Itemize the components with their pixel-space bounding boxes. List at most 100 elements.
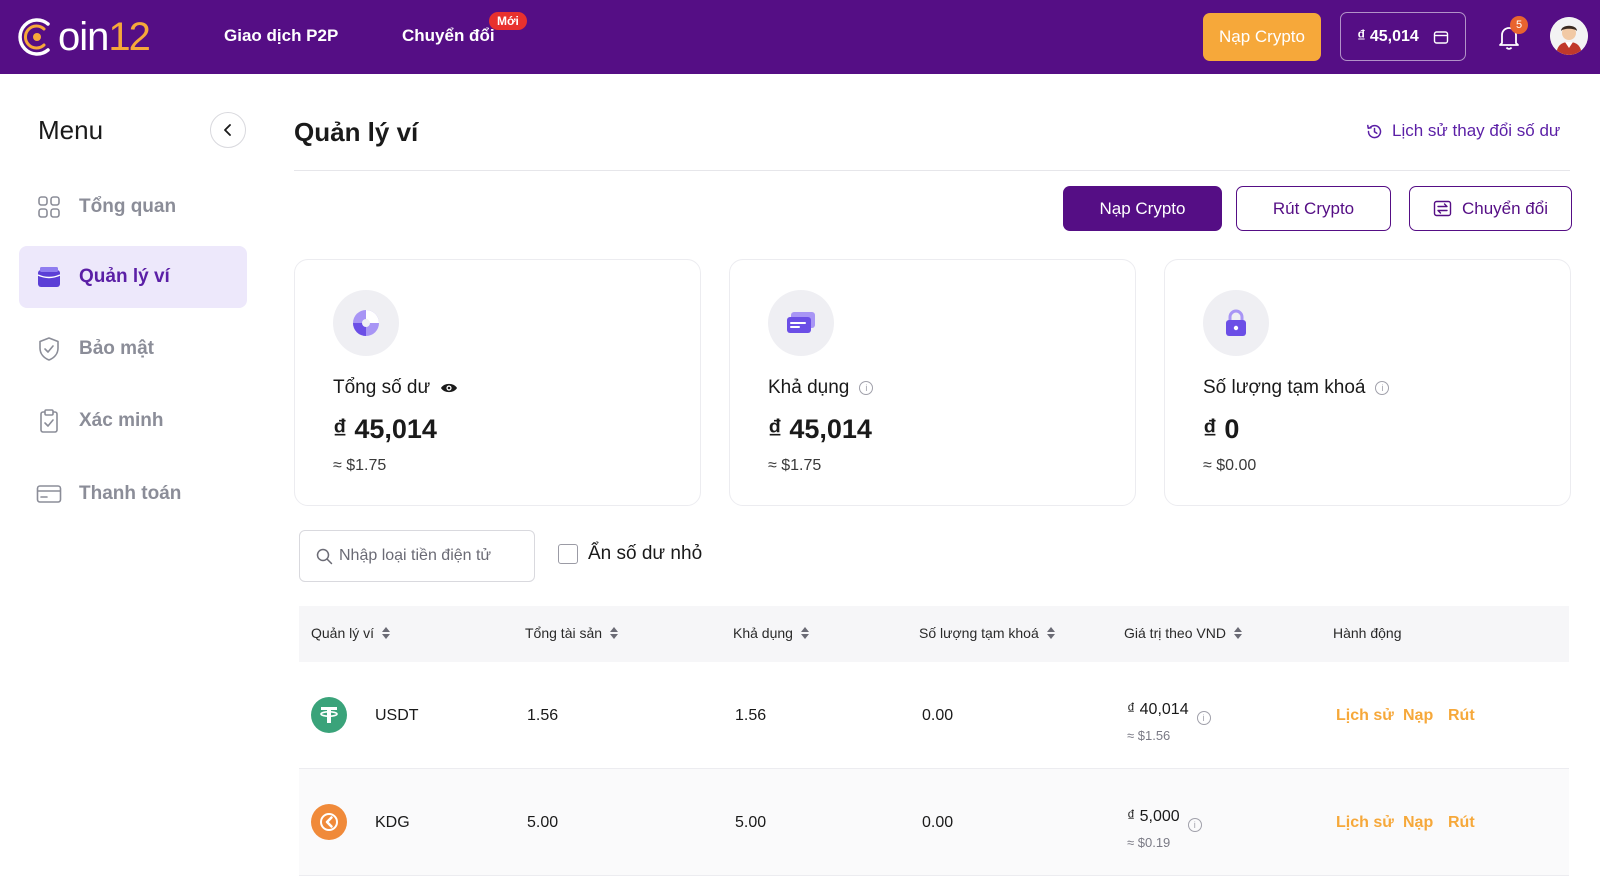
header-deposit-button[interactable]: Nạp Crypto <box>1203 13 1321 61</box>
total-assets: 1.56 <box>527 707 559 724</box>
clipboard-icon <box>35 407 63 435</box>
info-icon[interactable]: i <box>1375 381 1390 395</box>
available-amount: 1.56 <box>735 707 767 724</box>
column-header-label: Quản lý ví <box>311 625 375 641</box>
withdraw-action-link[interactable]: Rút <box>1448 814 1475 832</box>
coin-name: USDT <box>375 707 419 724</box>
credit-card-icon <box>768 290 834 356</box>
convert-button[interactable]: Chuyển đổi <box>1409 186 1572 231</box>
sidebar-title: Menu <box>38 115 104 145</box>
hide-small-label: Ẩn số dư nhỏ <box>588 543 703 564</box>
vnd-value-cell: ₫ 5,000 i ≈ $0.19 <box>1127 802 1202 850</box>
table-row: KDG 5.00 5.00 0.00 ₫ 5,000 i ≈ $0.19 Lịc… <box>299 769 1569 876</box>
hide-small-checkbox[interactable] <box>558 544 578 564</box>
sort-icon <box>382 627 391 639</box>
coin-search-box[interactable] <box>299 530 535 582</box>
vnd-value: ₫ 5,000 <box>1127 808 1180 825</box>
total-balance-value: ₫ 45,014 <box>333 414 437 444</box>
available-amount: 5.00 <box>735 814 767 831</box>
top-navbar: oin 12 Giao dịch P2P Chuyển đổi Mới Nạp C… <box>0 0 1600 74</box>
column-header-available[interactable]: Khả dụng <box>733 625 809 641</box>
deposit-action-link[interactable]: Nạp <box>1403 707 1433 725</box>
sort-icon <box>1046 627 1055 639</box>
column-header-locked[interactable]: Số lượng tạm khoá <box>919 625 1055 641</box>
column-header-label: Tổng tài sản <box>525 625 603 641</box>
logo-text: oin <box>58 14 109 59</box>
sidebar-item-verification[interactable]: Xác minh <box>19 390 247 452</box>
sidebar-item-security[interactable]: Bảo mật <box>19 318 247 380</box>
usdt-icon <box>311 697 347 733</box>
sidebar-item-overview[interactable]: Tổng quan <box>19 176 247 238</box>
nav-convert[interactable]: Chuyển đổi <box>402 26 495 46</box>
withdraw-crypto-button[interactable]: Rút Crypto <box>1236 186 1391 231</box>
deposit-action-link[interactable]: Nạp <box>1403 814 1433 832</box>
coin12-logo[interactable]: oin 12 <box>18 14 151 60</box>
coin-search-input[interactable] <box>339 547 524 565</box>
available-balance-card: Khả dụng i ₫ 45,014 ≈ $1.75 <box>729 259 1136 506</box>
column-header-label: Số lượng tạm khoá <box>919 625 1039 641</box>
available-usd: ≈ $1.75 <box>768 457 822 474</box>
withdraw-action-link[interactable]: Rút <box>1448 707 1475 725</box>
chevron-left-icon <box>224 124 231 136</box>
column-header-label: Hành động <box>1333 625 1402 641</box>
column-header-total[interactable]: Tổng tài sản <box>525 625 619 641</box>
sort-icon <box>800 627 809 639</box>
balance-history-label: Lịch sử thay đổi số dư <box>1392 121 1561 140</box>
available-value: ₫ 45,014 <box>768 414 872 444</box>
history-action-link[interactable]: Lịch sử <box>1336 814 1394 832</box>
usd-value: ≈ $0.19 <box>1127 835 1171 850</box>
card-label: Tổng số dư <box>333 377 458 399</box>
column-header-actions: Hành động <box>1333 625 1402 641</box>
card-label: Khả dụng i <box>768 377 874 399</box>
info-icon[interactable]: i <box>1196 711 1211 725</box>
sidebar-item-label: Tổng quan <box>79 196 177 217</box>
sidebar-collapse-button[interactable] <box>210 112 246 148</box>
column-header-vnd-value[interactable]: Giá trị theo VND <box>1124 625 1242 641</box>
sidebar-item-label: Quản lý ví <box>79 266 170 287</box>
page-title: Quản lý ví <box>294 117 419 147</box>
user-avatar[interactable] <box>1550 17 1588 55</box>
column-header-label: Giá trị theo VND <box>1124 625 1226 641</box>
header-balance-button[interactable]: ₫ 45,014 <box>1340 12 1466 61</box>
withdraw-crypto-label: Rút Crypto <box>1272 198 1355 218</box>
locked-amount: 0.00 <box>922 814 954 831</box>
table-row: USDT 1.56 1.56 0.00 ₫ 40,014 i ≈ $1.56 L… <box>299 662 1569 769</box>
pie-chart-icon <box>333 290 399 356</box>
hide-small-balance-toggle[interactable]: Ẩn số dư nhỏ <box>558 543 702 565</box>
sort-icon <box>1233 627 1242 639</box>
locked-usd: ≈ $0.00 <box>1203 457 1257 474</box>
history-icon <box>1367 124 1382 138</box>
available-label: Khả dụng <box>768 377 850 398</box>
new-badge: Mới <box>489 12 527 30</box>
column-header-wallet[interactable]: Quản lý ví <box>311 625 391 641</box>
sort-icon <box>610 627 619 639</box>
sidebar-item-payment[interactable]: Thanh toán <box>19 463 247 525</box>
locked-amount: 0.00 <box>922 707 954 724</box>
locked-balance-card: Số lượng tạm khoá i ₫ 0 ≈ $0.00 <box>1164 259 1571 506</box>
deposit-crypto-label: Nạp Crypto <box>1099 198 1186 218</box>
wallet-icon <box>35 263 63 291</box>
eye-icon[interactable] <box>440 382 458 394</box>
total-balance-usd: ≈ $1.75 <box>333 457 387 474</box>
info-icon[interactable]: i <box>1187 818 1202 832</box>
card-icon <box>35 480 63 508</box>
sidebar-item-wallet[interactable]: Quản lý ví <box>19 246 247 308</box>
logo-number: 12 <box>108 14 150 59</box>
vnd-value-cell: ₫ 40,014 i ≈ $1.56 <box>1127 695 1211 743</box>
total-assets: 5.00 <box>527 814 559 831</box>
history-action-link[interactable]: Lịch sử <box>1336 707 1394 725</box>
nav-p2p[interactable]: Giao dịch P2P <box>224 26 338 46</box>
balance-history-link[interactable]: Lịch sử thay đổi số dư <box>1366 121 1560 141</box>
kdg-icon <box>311 804 347 840</box>
search-icon <box>316 548 333 564</box>
coin-name: KDG <box>375 814 410 831</box>
deposit-crypto-button[interactable]: Nạp Crypto <box>1063 186 1222 231</box>
grid-icon <box>35 193 63 221</box>
info-icon[interactable]: i <box>859 381 874 395</box>
locked-value: ₫ 0 <box>1203 414 1240 444</box>
total-balance-label: Tổng số dư <box>333 377 431 398</box>
column-header-label: Khả dụng <box>733 625 793 641</box>
sidebar-item-label: Bảo mật <box>79 338 154 359</box>
usd-value: ≈ $1.56 <box>1127 728 1171 743</box>
wallet-icon <box>1433 30 1448 44</box>
